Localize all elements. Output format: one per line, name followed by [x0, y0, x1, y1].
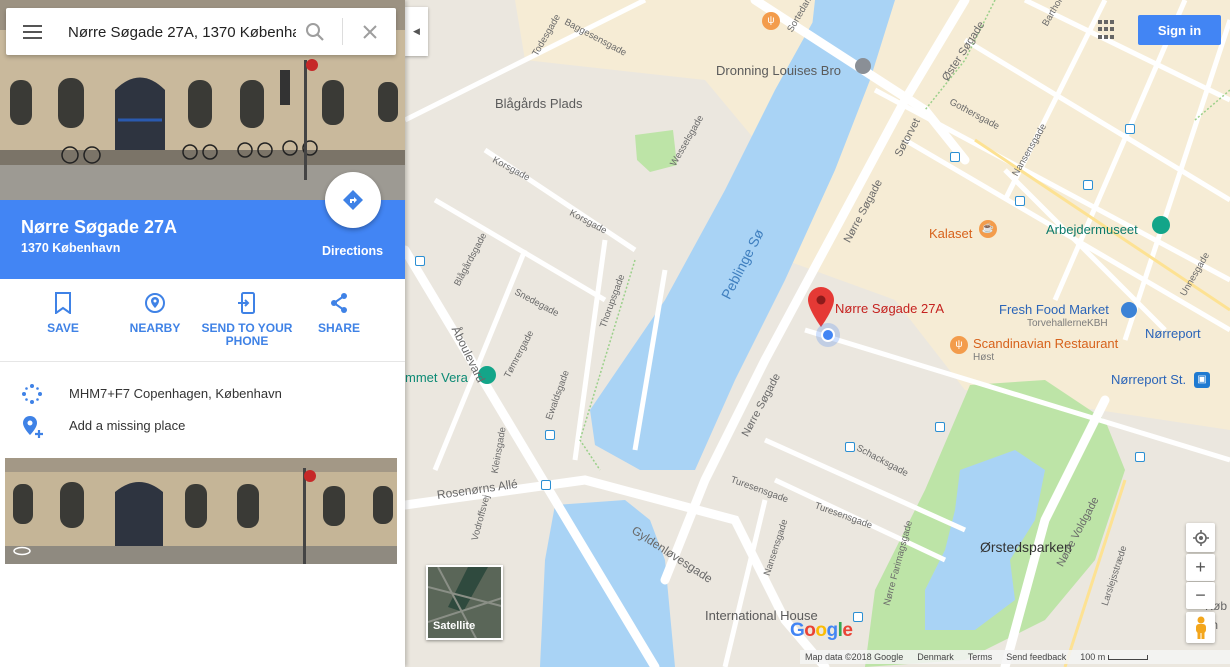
send-to-phone-label: SEND TO YOUR PHONE [201, 321, 293, 348]
bus-stop-icon[interactable] [1015, 196, 1025, 206]
street-view-photo [5, 458, 397, 564]
shopping-icon[interactable] [1121, 302, 1137, 318]
area-blagards-plads: Blågårds Plads [495, 96, 583, 111]
place-subtitle: 1370 København [21, 241, 121, 255]
cafe-icon[interactable]: ☕ [979, 220, 997, 238]
zoom-in-icon: + [1195, 557, 1206, 577]
plus-code-text: MHM7+F7 Copenhagen, København [69, 386, 282, 401]
selected-place-label[interactable]: Nørre Søgade 27A [835, 301, 944, 316]
region-link[interactable]: Denmark [917, 652, 954, 662]
search-divider [342, 18, 343, 45]
place-header: Nørre Søgade 27A 1370 København Directio… [0, 172, 405, 279]
share-label: SHARE [317, 321, 360, 335]
map-canvas[interactable]: Blågårds Plads Dronning Louises Bro Pebl… [405, 0, 1230, 667]
bus-stop-icon[interactable] [853, 612, 863, 622]
poi-norreport[interactable]: Nørreport [1145, 326, 1201, 341]
search-box [6, 8, 396, 55]
poi-fresh-food-market[interactable]: Fresh Food Market [999, 302, 1109, 317]
maps-app: Blågårds Plads Dronning Louises Bro Pebl… [0, 0, 1230, 667]
satellite-label: Satellite [433, 620, 476, 632]
apps-icon[interactable] [1098, 20, 1118, 40]
street-view-preview[interactable] [5, 458, 397, 564]
poi-scandinavian-restaurant[interactable]: Scandinavian Restaurant [973, 336, 1118, 351]
area-mmet-vera: mmet Vera [405, 370, 468, 385]
zoom-out-icon: − [1195, 585, 1206, 605]
location-icon [1192, 529, 1209, 546]
poi-norreport-st[interactable]: Nørreport St. [1111, 372, 1186, 387]
send-feedback-link[interactable]: Send feedback [1006, 652, 1066, 662]
bus-stop-icon[interactable] [541, 480, 551, 490]
poi-kalaset[interactable]: Kalaset [929, 226, 972, 241]
place-title: Nørre Søgade 27A [21, 217, 178, 237]
bridge-icon [855, 58, 871, 74]
sign-in-button[interactable]: Sign in [1138, 15, 1221, 45]
nearby-icon [145, 293, 165, 313]
directions-button[interactable] [325, 172, 381, 228]
bus-stop-icon[interactable] [950, 152, 960, 162]
google-logo: Google [790, 620, 853, 641]
close-icon[interactable] [360, 22, 380, 42]
map-data-attribution: Map data ©2018 Google [805, 652, 904, 662]
poi-arbejdermuseet[interactable]: Arbejdermuseet [1046, 222, 1138, 237]
museum-icon[interactable] [1152, 216, 1170, 234]
area-dronning-louises-bro: Dronning Louises Bro [716, 63, 842, 78]
send-to-phone-icon [238, 292, 255, 314]
restaurant-icon[interactable]: ψ [762, 12, 780, 30]
scale-bar[interactable]: 100 m [1080, 652, 1148, 662]
share-button[interactable]: SHARE [284, 292, 394, 335]
train-station-icon[interactable]: ▣ [1194, 372, 1210, 388]
place-marker-icon[interactable] [808, 287, 834, 327]
satellite-toggle[interactable]: Satellite [426, 565, 503, 640]
pegman-icon [1195, 616, 1206, 639]
bus-stop-icon[interactable] [1125, 124, 1135, 134]
place-panel: Nørre Søgade 27A 1370 København Directio… [0, 0, 405, 667]
zoom-in-button[interactable]: + [1186, 554, 1215, 581]
add-missing-place-row[interactable]: Add a missing place [0, 410, 405, 442]
scale-label: 100 m [1080, 652, 1106, 662]
my-location-button[interactable] [1186, 523, 1215, 552]
nearby-label: NEARBY [129, 321, 181, 335]
plus-code-row[interactable]: MHM7+F7 Copenhagen, København [0, 378, 405, 410]
current-location-dot [821, 328, 835, 342]
bus-stop-icon[interactable] [1083, 180, 1093, 190]
rotate-icon [13, 546, 31, 556]
plus-code-icon [22, 384, 42, 404]
bookmark-icon [55, 292, 71, 314]
directions-label[interactable]: Directions [322, 244, 383, 258]
poi-fresh-food-sub: TorvehallerneKBH [1027, 318, 1108, 329]
park-label-orstedsparken: Ørstedsparken [980, 539, 1072, 555]
map-footer: Map data ©2018 Google Denmark Terms Send… [800, 650, 1230, 664]
menu-icon[interactable] [23, 25, 42, 39]
street-view-pegman-button[interactable] [1186, 612, 1215, 643]
terms-link[interactable]: Terms [968, 652, 993, 662]
bus-stop-icon[interactable] [545, 430, 555, 440]
search-input[interactable] [68, 19, 296, 45]
search-icon[interactable] [305, 22, 325, 42]
share-icon [331, 293, 347, 313]
restaurant-icon-2[interactable]: ψ [950, 336, 968, 354]
action-bar: SAVE NEARBY SEND TO YOUR PHONE SHARE [0, 279, 405, 362]
directions-icon [343, 190, 363, 210]
bus-stop-icon[interactable] [1135, 452, 1145, 462]
add-place-icon [23, 416, 43, 438]
bus-stop-icon[interactable] [415, 256, 425, 266]
save-label: SAVE [47, 321, 79, 335]
collapse-panel-button[interactable]: ◀ [405, 7, 428, 56]
poi-scandinavian-sub: Høst [973, 352, 995, 363]
bus-stop-icon[interactable] [935, 422, 945, 432]
zoom-out-button[interactable]: − [1186, 582, 1215, 609]
add-place-text: Add a missing place [69, 418, 186, 433]
bus-stop-icon[interactable] [845, 442, 855, 452]
scale-line [1107, 655, 1148, 661]
